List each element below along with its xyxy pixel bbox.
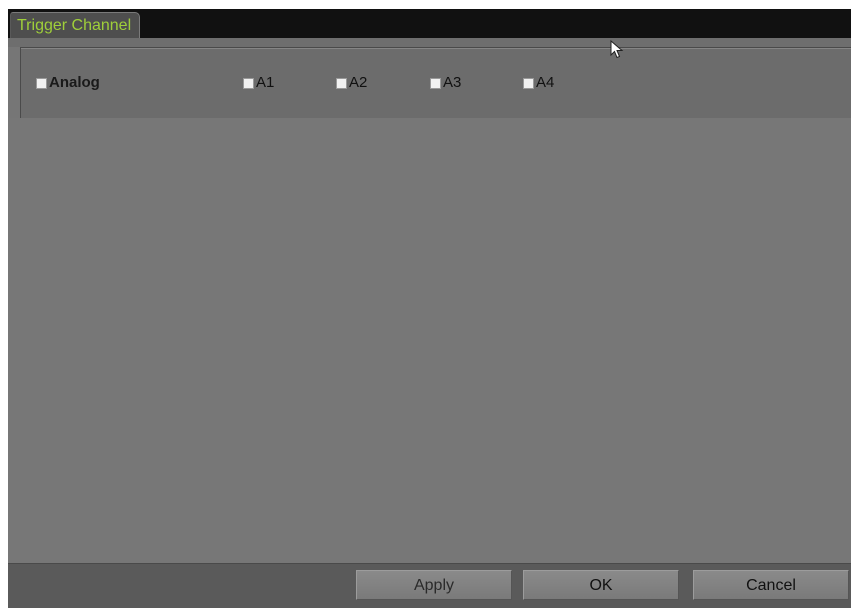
channel-a4-label: A4 bbox=[536, 74, 555, 91]
analog-checkbox-label: Analog bbox=[49, 74, 100, 91]
channel-a2-checkbox-box[interactable] bbox=[336, 77, 347, 89]
channel-a2-label: A2 bbox=[349, 74, 368, 91]
channel-selection-panel: Analog A1 A2 A3 A4 bbox=[20, 47, 851, 119]
checkbox-row: Analog A1 A2 A3 A4 bbox=[21, 73, 851, 93]
ok-button[interactable]: OK bbox=[523, 570, 679, 600]
channel-a1-checkbox[interactable]: A1 bbox=[243, 73, 274, 93]
channel-a1-label: A1 bbox=[256, 74, 275, 91]
title-bar: Trigger Channel bbox=[8, 9, 851, 39]
channel-a3-checkbox[interactable]: A3 bbox=[430, 73, 461, 93]
trigger-channel-dialog: Trigger Channel Analog A1 A2 A3 A4 Apply… bbox=[8, 9, 851, 608]
apply-button[interactable]: Apply bbox=[356, 570, 512, 600]
button-bar: Apply OK Cancel bbox=[8, 563, 851, 608]
channel-a1-checkbox-box[interactable] bbox=[243, 77, 254, 89]
panel-gap bbox=[8, 38, 851, 47]
channel-a4-checkbox[interactable]: A4 bbox=[523, 73, 554, 93]
channel-a4-checkbox-box[interactable] bbox=[523, 77, 534, 89]
content-area bbox=[8, 118, 851, 563]
analog-checkbox[interactable]: Analog bbox=[36, 73, 100, 93]
channel-a3-label: A3 bbox=[443, 74, 462, 91]
channel-a2-checkbox[interactable]: A2 bbox=[336, 73, 367, 93]
tab-trigger-channel[interactable]: Trigger Channel bbox=[10, 12, 141, 39]
channel-a3-checkbox-box[interactable] bbox=[430, 77, 441, 89]
analog-checkbox-box[interactable] bbox=[36, 77, 47, 89]
mouse-pointer-icon bbox=[610, 40, 624, 59]
cancel-button[interactable]: Cancel bbox=[693, 570, 849, 600]
